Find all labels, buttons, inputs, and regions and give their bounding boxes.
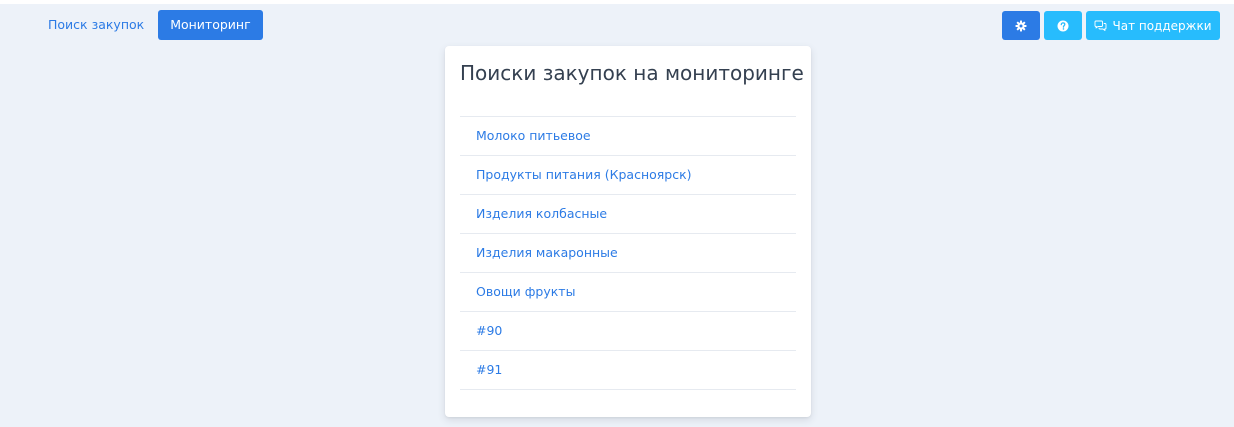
monitoring-list: Молоко питьевое Продукты питания (Красно… <box>460 116 796 390</box>
list-item[interactable]: Овощи фрукты <box>460 273 796 312</box>
monitoring-card: Поиски закупок на мониторинге Молоко пит… <box>445 46 811 417</box>
nav-procurement-search[interactable]: Поиск закупок <box>38 10 154 40</box>
list-item[interactable]: Молоко питьевое <box>460 117 796 156</box>
gear-icon <box>1015 20 1027 32</box>
support-chat-label: Чат поддержки <box>1112 18 1212 33</box>
app-container: Поиск закупок Мониторинг Чат поддержки П… <box>0 4 1234 427</box>
help-button[interactable] <box>1044 11 1082 40</box>
nav-monitoring[interactable]: Мониторинг <box>158 10 263 40</box>
list-item[interactable]: Продукты питания (Красноярск) <box>460 156 796 195</box>
question-circle-icon <box>1057 20 1069 32</box>
toolbar: Чат поддержки <box>1002 11 1220 40</box>
top-nav: Поиск закупок Мониторинг <box>38 10 263 40</box>
list-item[interactable]: Изделия макаронные <box>460 234 796 273</box>
list-item[interactable]: #91 <box>460 351 796 390</box>
support-chat-button[interactable]: Чат поддержки <box>1086 11 1220 40</box>
settings-button[interactable] <box>1002 11 1040 40</box>
chat-bubbles-icon <box>1094 20 1107 32</box>
list-item[interactable]: #90 <box>460 312 796 351</box>
list-item[interactable]: Изделия колбасные <box>460 195 796 234</box>
page-title: Поиски закупок на мониторинге <box>460 61 804 85</box>
